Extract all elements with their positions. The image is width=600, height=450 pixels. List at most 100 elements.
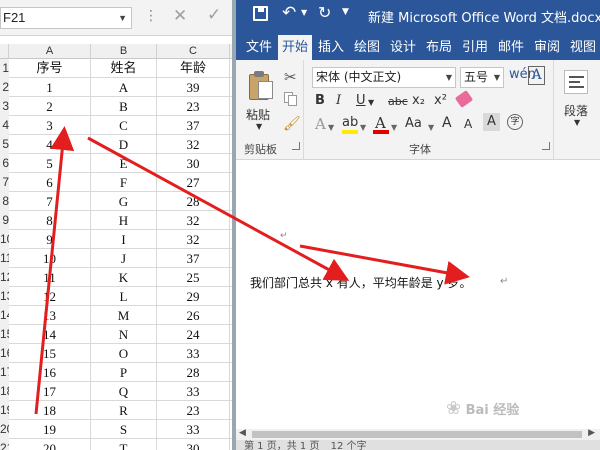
cell-c[interactable]: 24 [157,325,230,344]
status-page[interactable]: 第 1 页，共 1 页 [244,441,319,450]
cell-b[interactable]: I [91,230,157,249]
cell-a[interactable]: 19 [9,420,91,439]
cell-a[interactable]: 14 [9,325,91,344]
scroll-left-icon[interactable]: ◀ [239,428,246,438]
cell-a[interactable]: 15 [9,344,91,363]
row-number[interactable]: 8 [0,192,9,211]
table-row[interactable]: 3 2 B 23 [0,97,236,116]
shrink-font-button[interactable]: A [464,116,472,132]
cell-c[interactable]: 33 [157,382,230,401]
row-number[interactable]: 12 [0,268,9,287]
cell-b[interactable]: E [91,154,157,173]
corner-cell[interactable] [0,44,9,59]
cell-a[interactable]: 2 [9,97,91,116]
chevron-down-icon[interactable]: ▼ [494,68,500,87]
tab-2[interactable]: 插入 [314,35,348,60]
table-row[interactable]: 1514N24 [0,325,236,344]
cell-c[interactable]: 32 [157,230,230,249]
paste-button-label[interactable]: 粘贴 [246,106,270,123]
row-number[interactable]: 17 [0,363,9,382]
column-header-c[interactable]: C [157,44,230,59]
cell-a[interactable]: 6 [9,173,91,192]
cell-a[interactable]: 16 [9,363,91,382]
cell-b[interactable]: S [91,420,157,439]
cell-a[interactable]: 20 [9,439,91,450]
row-number[interactable]: 4 [0,116,9,135]
cell-c[interactable]: 23 [157,401,230,420]
cell-a[interactable]: 9 [9,230,91,249]
tab-4[interactable]: 设计 [386,35,420,60]
horizontal-scrollbar[interactable]: ◀ ▶ [236,428,600,440]
status-words[interactable]: 12 个字 [331,441,367,450]
cell-c[interactable]: 33 [157,344,230,363]
cell-c[interactable]: 32 [157,135,230,154]
cell-b[interactable]: F [91,173,157,192]
tab-3[interactable]: 绘图 [350,35,384,60]
tab-6[interactable]: 引用 [458,35,492,60]
font-size-select[interactable]: 五号 ▼ [460,67,504,88]
paragraph-dropdown-icon[interactable]: ▼ [574,118,580,127]
strikethrough-button[interactable]: abc [388,94,408,110]
cell-c[interactable]: 30 [157,154,230,173]
cell-a[interactable]: 18 [9,401,91,420]
font-color-dropdown-icon[interactable]: ▼ [391,120,397,136]
table-row[interactable]: 2019S33 [0,420,236,439]
cancel-icon[interactable]: ✕ [173,6,187,26]
tab-9[interactable]: 视图 [566,35,600,60]
clipboard-launcher-icon[interactable] [292,142,300,150]
text-effects-dropdown-icon[interactable]: ▼ [328,120,334,136]
cell-a[interactable]: 17 [9,382,91,401]
scroll-thumb[interactable] [252,431,582,438]
table-row[interactable]: 1312L29 [0,287,236,306]
cell-c[interactable]: 30 [157,439,230,450]
cell-b[interactable]: R [91,401,157,420]
table-row[interactable]: 8 7 G 28 [0,192,236,211]
cell-b[interactable]: O [91,344,157,363]
column-header-a[interactable]: A [9,44,91,59]
cell-a[interactable]: 8 [9,211,91,230]
cell-b[interactable]: B [91,97,157,116]
row-number[interactable]: 16 [0,344,9,363]
cell-a[interactable]: 3 [9,116,91,135]
copy-icon[interactable] [284,92,298,106]
cell-b[interactable]: Q [91,382,157,401]
cell-b[interactable]: 姓名 [91,59,157,78]
highlight-dropdown-icon[interactable]: ▼ [360,120,366,136]
table-row[interactable]: 9 8 H 32 [0,211,236,230]
row-number[interactable]: 11 [0,249,9,268]
table-row[interactable]: 1716P28 [0,363,236,382]
cell-b[interactable]: A [91,78,157,97]
row-number[interactable]: 3 [0,97,9,116]
cell-c[interactable]: 39 [157,78,230,97]
cell-c[interactable]: 37 [157,249,230,268]
customize-toolbar-icon[interactable]: ▼ [342,7,349,17]
cell-c[interactable]: 33 [157,420,230,439]
cell-a[interactable]: 10 [9,249,91,268]
table-row[interactable]: 7 6 F 27 [0,173,236,192]
underline-button[interactable]: U [356,93,366,109]
redo-icon[interactable]: ↻ [318,3,331,22]
row-number[interactable]: 6 [0,154,9,173]
cell-b[interactable]: G [91,192,157,211]
table-row[interactable]: 1110J37 [0,249,236,268]
cell-a[interactable]: 7 [9,192,91,211]
row-number[interactable]: 19 [0,401,9,420]
cell-a[interactable]: 12 [9,287,91,306]
change-case-dropdown-icon[interactable]: ▼ [428,120,434,136]
tab-5[interactable]: 布局 [422,35,456,60]
table-row[interactable]: 1615O33 [0,344,236,363]
table-row[interactable]: 109I32 [0,230,236,249]
cell-b[interactable]: C [91,116,157,135]
cell-b[interactable]: H [91,211,157,230]
more-vertical-icon[interactable]: ⋮ [144,8,158,24]
cell-c[interactable]: 25 [157,268,230,287]
cell-c[interactable]: 26 [157,306,230,325]
row-number[interactable]: 20 [0,420,9,439]
character-shading-button[interactable]: A [483,113,500,131]
cell-c[interactable]: 28 [157,363,230,382]
font-color-button[interactable]: A [375,115,386,131]
cell-b[interactable]: J [91,249,157,268]
row-number[interactable]: 13 [0,287,9,306]
table-row[interactable]: 6 5 E 30 [0,154,236,173]
paste-icon[interactable] [249,70,275,100]
